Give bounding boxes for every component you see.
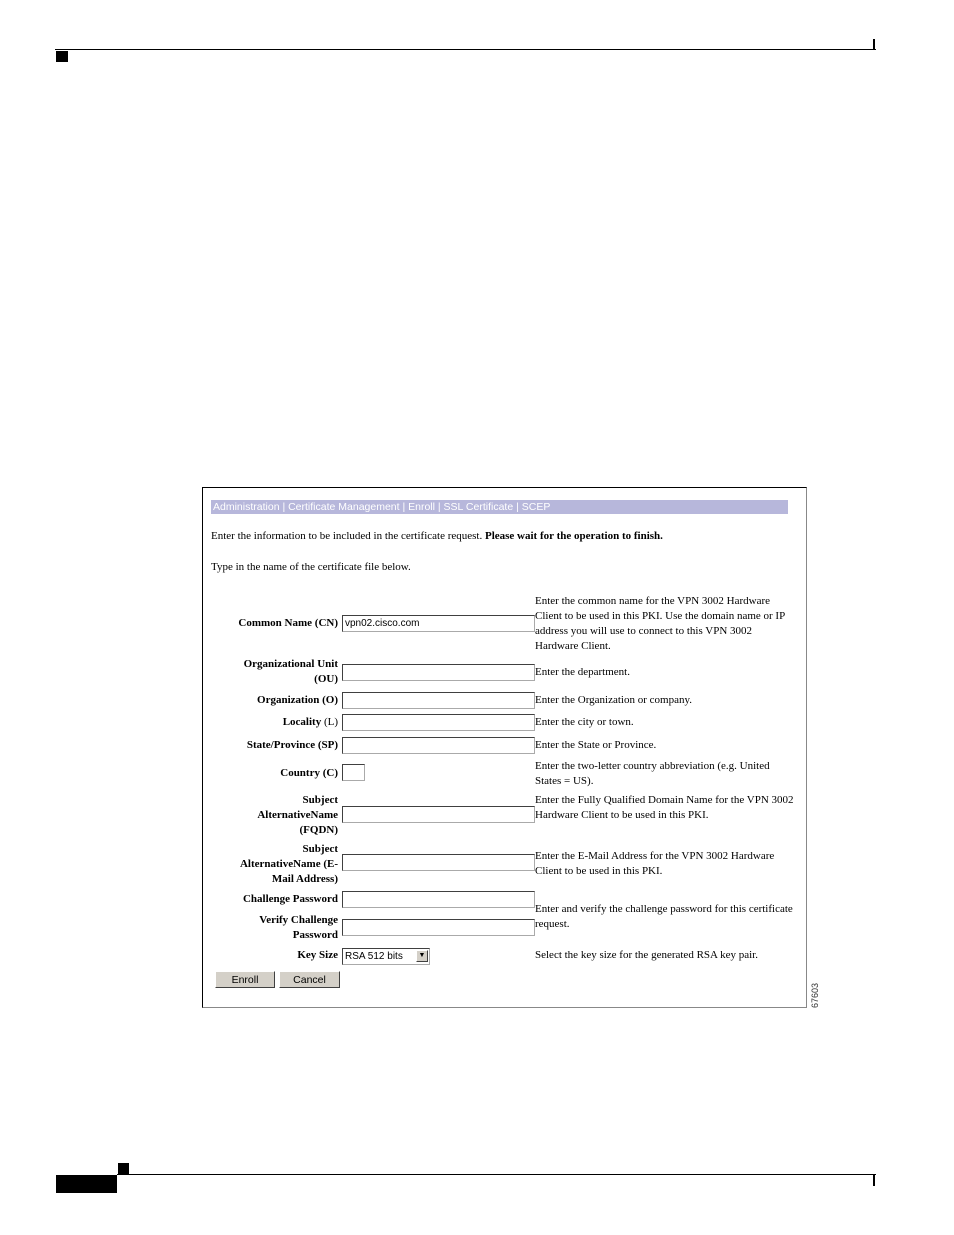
san-fqdn-help: Enter the Fully Qualified Domain Name fo… [535, 794, 794, 821]
organization-label: Organization (O) [257, 694, 338, 706]
country-help: Enter the two-letter country abbreviatio… [535, 760, 770, 787]
key-size-help: Select the key size for the generated RS… [535, 949, 758, 961]
san-fqdn-label: Subject AlternativeName (FQDN) [257, 794, 338, 836]
organization-help: Enter the Organization or company. [535, 694, 693, 706]
org-unit-help: Enter the department. [535, 666, 630, 678]
organization-input[interactable] [342, 692, 535, 709]
common-name-label: Common Name (CN) [238, 617, 338, 629]
san-fqdn-input[interactable] [342, 806, 535, 823]
figure-id: 67603 [810, 982, 820, 1008]
chevron-down-icon[interactable]: ▼ [416, 950, 428, 962]
footer-tick [873, 1175, 875, 1186]
country-input[interactable] [342, 764, 365, 781]
locality-label: Locality (L) [282, 716, 338, 728]
country-label: Country (C) [280, 767, 338, 779]
common-name-help: Enter the common name for the VPN 3002 H… [535, 595, 785, 652]
enroll-button[interactable]: Enroll [215, 971, 275, 988]
challenge-password-label: Challenge Password [242, 893, 338, 905]
common-name-input[interactable]: vpn02.cisco.com [342, 615, 535, 632]
san-email-input[interactable] [342, 854, 535, 871]
footer-rule [117, 1174, 876, 1175]
state-province-input[interactable] [342, 737, 535, 754]
challenge-password-input[interactable] [342, 891, 535, 908]
intro-text: Enter the information to be included in … [211, 530, 663, 542]
header-tick [873, 39, 875, 50]
password-help: Enter and verify the challenge password … [535, 903, 793, 930]
key-size-label: Key Size [297, 949, 338, 961]
locality-input[interactable] [342, 714, 535, 731]
breadcrumb: Administration | Certificate Management … [211, 500, 788, 514]
subintro-text: Type in the name of the certificate file… [211, 561, 411, 573]
state-province-help: Enter the State or Province. [535, 739, 657, 751]
org-unit-input[interactable] [342, 664, 535, 681]
org-unit-label: Organizational Unit (OU) [243, 658, 338, 685]
locality-help: Enter the city or town. [535, 716, 634, 728]
header-marker [56, 51, 68, 62]
footer-marker [118, 1163, 129, 1174]
key-size-select[interactable]: RSA 512 bits ▼ [342, 948, 430, 965]
verify-password-input[interactable] [342, 919, 535, 936]
san-email-help: Enter the E-Mail Address for the VPN 300… [535, 850, 775, 877]
header-rule [55, 49, 876, 50]
footer-page-block [56, 1175, 117, 1193]
wait-notice: Please wait for the operation to finish. [484, 530, 663, 542]
verify-password-label: Verify Challenge Password [259, 914, 338, 941]
san-email-label: Subject AlternativeName (E- Mail Address) [239, 843, 338, 885]
state-province-label: State/Province (SP) [246, 739, 338, 751]
cancel-button[interactable]: Cancel [279, 971, 340, 988]
scep-enroll-screenshot: Administration | Certificate Management … [202, 487, 807, 1008]
